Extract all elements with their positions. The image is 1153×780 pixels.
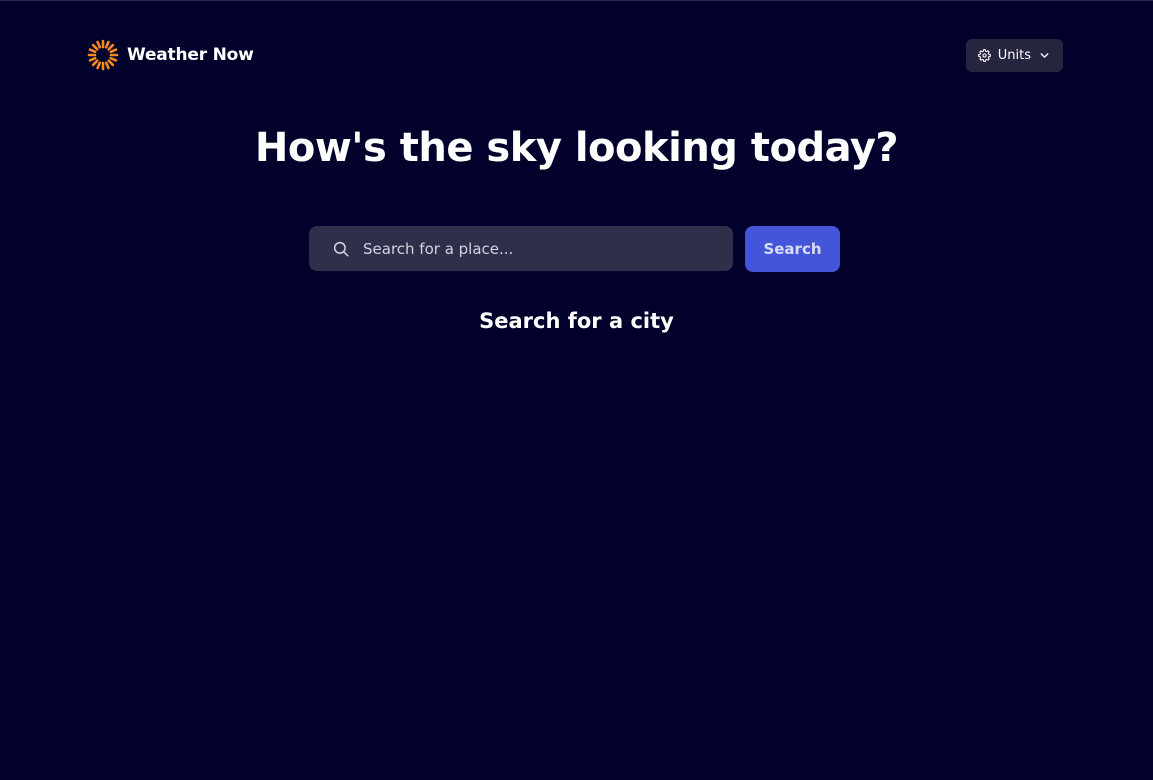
gear-icon bbox=[977, 48, 991, 62]
page-title: How's the sky looking today? bbox=[254, 125, 899, 171]
empty-state-message: Search for a city bbox=[479, 309, 674, 333]
app-header: Weather Now Units bbox=[87, 38, 1063, 72]
chevron-down-icon bbox=[1040, 52, 1049, 58]
units-dropdown-button[interactable]: Units bbox=[965, 38, 1063, 72]
brand[interactable]: Weather Now bbox=[87, 39, 254, 71]
search-icon bbox=[333, 241, 349, 256]
search-bar: Search bbox=[309, 225, 840, 272]
search-field[interactable] bbox=[309, 225, 733, 272]
sun-logo-icon bbox=[87, 39, 119, 71]
brand-name: Weather Now bbox=[127, 45, 254, 65]
search-input[interactable] bbox=[361, 225, 733, 272]
units-label: Units bbox=[997, 47, 1031, 63]
search-button[interactable]: Search bbox=[745, 226, 840, 272]
